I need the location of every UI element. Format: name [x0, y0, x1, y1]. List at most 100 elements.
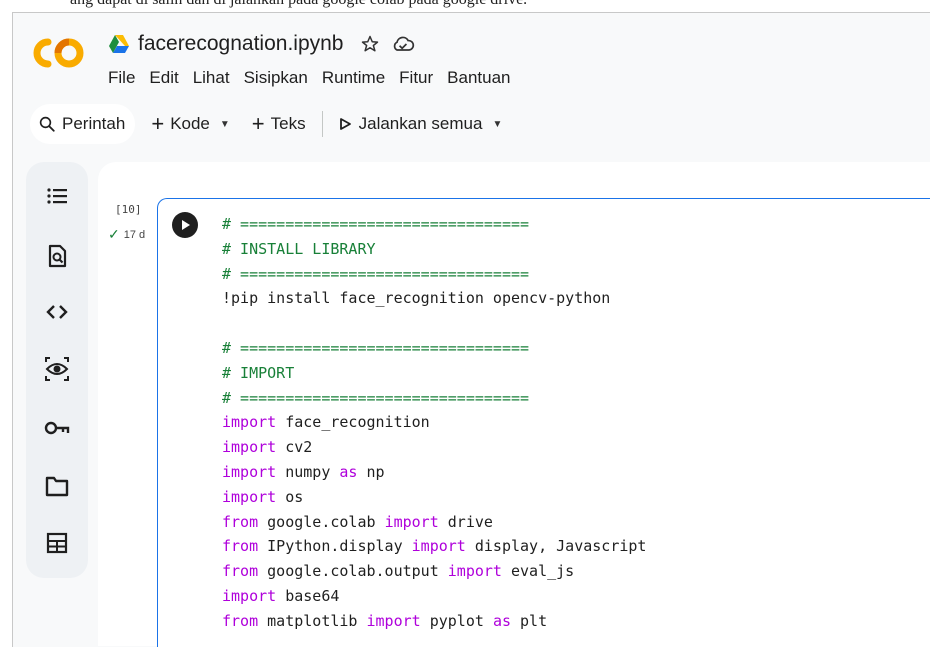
code-text: matplotlib: [258, 611, 367, 630]
files-folder-icon[interactable]: [43, 472, 71, 500]
data-table-icon[interactable]: [43, 529, 71, 557]
code-text: IPython.display: [258, 537, 412, 556]
menu-view[interactable]: Lihat: [193, 68, 230, 88]
code-text: display, Javascript: [465, 537, 647, 556]
menu-edit[interactable]: Edit: [149, 68, 178, 88]
menu-help[interactable]: Bantuan: [447, 68, 510, 88]
code-keyword: import: [222, 462, 277, 481]
menu-bar: File Edit Lihat Sisipkan Runtime Fitur B…: [108, 68, 525, 88]
code-keyword: from: [222, 562, 259, 581]
code-keyword: as: [339, 462, 358, 481]
caret-down-icon[interactable]: ▼: [220, 119, 230, 130]
toolbar: Perintah + Kode ▼ + Teks Jalankan semua …: [30, 104, 502, 144]
colab-logo-icon[interactable]: [26, 36, 88, 70]
caret-down-icon[interactable]: ▼: [492, 119, 502, 130]
code-line[interactable]: import cv2: [222, 435, 922, 460]
code-text: google.colab: [258, 512, 385, 531]
code-text: face_recognition: [276, 413, 430, 432]
star-icon[interactable]: [361, 35, 379, 53]
left-sidebar: [26, 162, 88, 578]
code-text: google.colab.output: [258, 562, 448, 581]
code-text: plt: [511, 611, 548, 630]
code-line[interactable]: from google.colab.output import eval_js: [222, 559, 922, 584]
code-snippets-icon[interactable]: [43, 298, 71, 326]
code-keyword: import: [222, 438, 277, 457]
code-text: eval_js: [501, 562, 575, 581]
code-line[interactable]: import numpy as np: [222, 460, 922, 485]
google-drive-icon: [109, 35, 129, 53]
run-all-button[interactable]: Jalankan semua ▼: [339, 114, 502, 134]
execution-time: 17 d: [123, 228, 146, 241]
code-line[interactable]: # ================================: [222, 386, 922, 411]
variables-icon[interactable]: [43, 355, 71, 383]
menu-runtime[interactable]: Runtime: [322, 68, 385, 88]
code-line[interactable]: import os: [222, 485, 922, 510]
code-keyword: import: [447, 562, 502, 581]
code-keyword: as: [492, 611, 511, 630]
code-keyword: import: [222, 413, 277, 432]
code-line[interactable]: # ================================: [222, 336, 922, 361]
code-line[interactable]: from google.colab import drive: [222, 510, 922, 535]
code-text: os: [276, 487, 304, 506]
search-icon: [39, 116, 55, 132]
notebook-title[interactable]: facerecognation.ipynb: [138, 32, 343, 56]
code-keyword: import: [222, 487, 277, 506]
table-of-contents-icon[interactable]: [43, 182, 71, 210]
code-line[interactable]: # IMPORT: [222, 361, 922, 386]
find-replace-icon[interactable]: [43, 242, 71, 270]
run-cell-button[interactable]: [172, 212, 198, 238]
code-text: numpy: [276, 462, 340, 481]
code-comment: # ================================: [222, 215, 530, 233]
code-line[interactable]: [222, 311, 922, 336]
menu-insert[interactable]: Sisipkan: [244, 68, 308, 88]
play-icon: [182, 220, 190, 230]
code-text: base64: [276, 586, 340, 605]
code-comment: # ================================: [222, 388, 530, 407]
notebook-title-row: facerecognation.ipynb: [108, 30, 427, 58]
code-comment: # IMPORT: [222, 363, 295, 382]
code-keyword: import: [411, 537, 466, 556]
execution-status[interactable]: ✓ 17 d: [108, 226, 145, 243]
cloud-saved-icon[interactable]: [391, 35, 415, 53]
execution-count: [10]: [115, 203, 142, 216]
code-comment: # ================================: [222, 264, 530, 283]
code-line[interactable]: !pip install face_recognition opencv-pyt…: [222, 286, 922, 311]
code-keyword: from: [222, 537, 259, 556]
add-text-button[interactable]: + Teks: [252, 113, 306, 135]
code-editor[interactable]: # ================================ # INST…: [222, 212, 922, 634]
add-code-button[interactable]: + Kode ▼: [151, 113, 229, 135]
code-text: np: [357, 462, 385, 481]
menu-tools[interactable]: Fitur: [399, 68, 433, 88]
code-line[interactable]: import face_recognition: [222, 410, 922, 435]
code-line[interactable]: from IPython.display import display, Jav…: [222, 534, 922, 559]
code-text: pyplot: [420, 611, 493, 630]
code-keyword: import: [384, 512, 439, 531]
code-comment: # INSTALL LIBRARY: [222, 239, 376, 258]
code-text: cv2: [276, 438, 313, 457]
run-all-label: Jalankan semua: [358, 114, 483, 133]
command-search-button[interactable]: Perintah: [30, 104, 136, 144]
code-keyword: import: [222, 586, 277, 605]
secrets-key-icon[interactable]: [43, 414, 71, 442]
top-caption-text: ang dapat di salin dan di jalankan pada …: [70, 0, 527, 9]
code-line[interactable]: # ================================: [222, 262, 922, 287]
code-line[interactable]: from matplotlib import pyplot as plt: [222, 609, 922, 634]
menu-file[interactable]: File: [108, 68, 135, 88]
code-keyword: from: [222, 512, 259, 531]
plus-icon: +: [251, 111, 265, 136]
top-caption-band: ang dapat di salin dan di jalankan pada …: [0, 0, 930, 12]
add-code-label: Kode: [170, 114, 210, 133]
code-keyword: import: [366, 611, 421, 630]
check-icon: ✓: [108, 226, 120, 242]
code-line[interactable]: # ================================: [222, 212, 922, 237]
code-keyword: from: [222, 611, 259, 630]
toolbar-divider: [321, 111, 323, 137]
code-text: drive: [438, 512, 493, 531]
code-text: !pip install face_recognition opencv-pyt…: [222, 289, 611, 308]
code-comment: # ================================: [222, 338, 530, 357]
play-icon: [339, 118, 351, 130]
code-line[interactable]: import base64: [222, 584, 922, 609]
code-line[interactable]: # INSTALL LIBRARY: [222, 237, 922, 262]
command-search-label: Perintah: [62, 114, 126, 133]
add-text-label: Teks: [270, 114, 306, 133]
